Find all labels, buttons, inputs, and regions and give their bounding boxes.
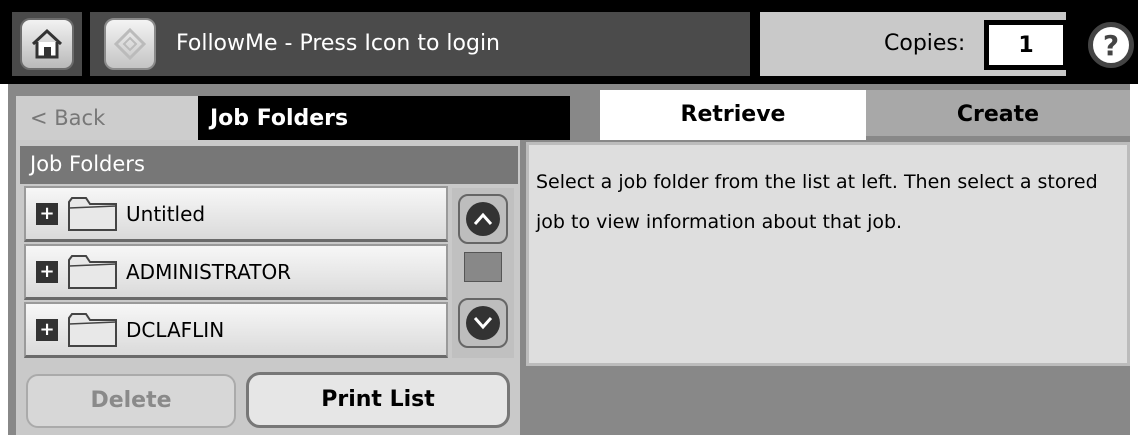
expand-icon[interactable]: + (36, 260, 58, 283)
login-diamond-icon (113, 27, 147, 61)
tab-retrieve[interactable]: Retrieve (600, 90, 866, 140)
list-item[interactable]: + ADMINISTRATOR (24, 244, 448, 300)
home-button[interactable] (20, 18, 74, 70)
login-prompt: FollowMe - Press Icon to login (176, 31, 500, 56)
list-item[interactable]: + Untitled (24, 186, 448, 242)
chevron-up-icon (473, 212, 493, 225)
folder-icon (68, 196, 117, 231)
copies-value: 1 (989, 25, 1063, 65)
expand-icon[interactable]: + (36, 202, 58, 225)
list-item-label: ADMINISTRATOR (126, 259, 292, 284)
page-title: Job Folders (198, 96, 570, 140)
list-item[interactable]: + DCLAFLIN (24, 302, 448, 358)
login-button[interactable] (104, 18, 156, 70)
folder-icon (68, 312, 117, 347)
help-button[interactable]: ? (1088, 22, 1134, 68)
list-item-label: Untitled (126, 201, 206, 226)
home-icon (31, 28, 63, 59)
print-list-button[interactable]: Print List (246, 372, 510, 428)
help-icon: ? (1102, 28, 1120, 62)
expand-icon[interactable]: + (36, 318, 58, 341)
chevron-down-icon (473, 317, 493, 330)
info-text: Select a job folder from the list at lef… (536, 171, 1098, 233)
back-button[interactable]: < Back (16, 96, 198, 140)
copies-label: Copies: (884, 31, 966, 56)
tab-create[interactable]: Create (866, 90, 1130, 136)
scroll-thumb[interactable] (464, 252, 502, 282)
scroll-down-button[interactable] (458, 298, 508, 348)
folder-icon (68, 254, 117, 289)
delete-button[interactable]: Delete (26, 374, 236, 428)
list-item-label: DCLAFLIN (126, 317, 225, 342)
scroll-up-button[interactable] (458, 194, 508, 244)
list-header: Job Folders (20, 146, 518, 184)
copies-field[interactable]: 1 (984, 20, 1068, 70)
